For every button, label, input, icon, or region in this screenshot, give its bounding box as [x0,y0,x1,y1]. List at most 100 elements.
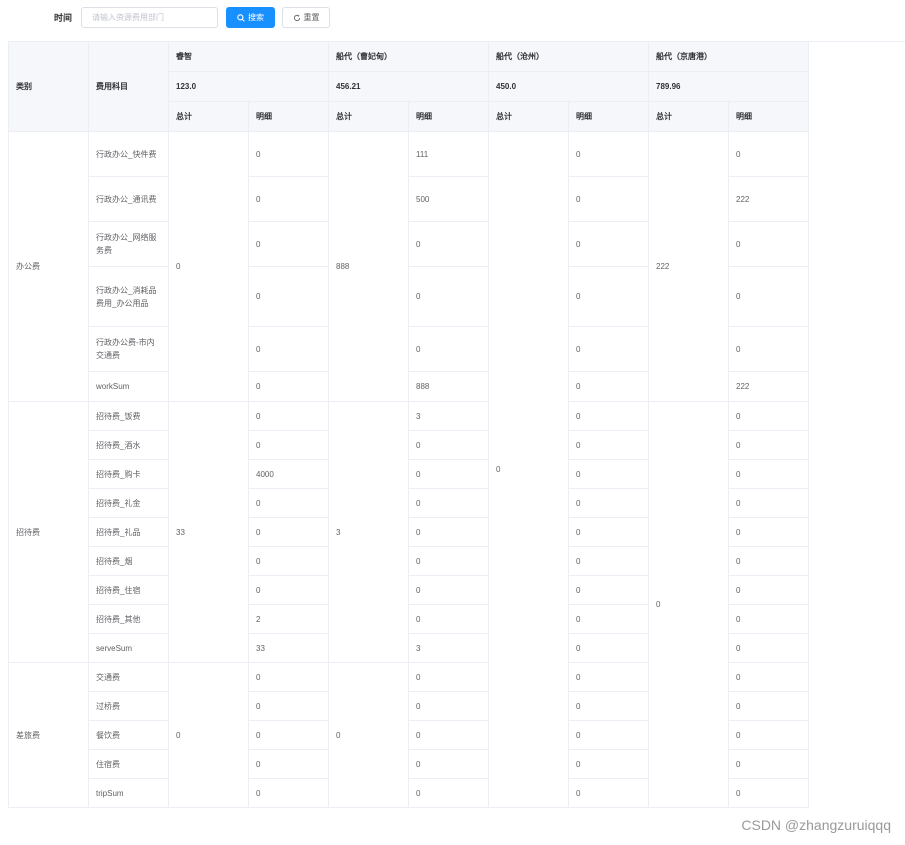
detail-cell: 0 [408,749,489,779]
detail-cell: 0 [248,371,329,402]
total-cell: 222 [648,131,729,402]
search-icon [237,13,245,22]
detail-cell: 0 [408,604,489,634]
total-header: 总计 [168,101,249,132]
total-cell: 0 [168,131,249,402]
detail-cell: 0 [248,517,329,547]
detail-cell: 111 [408,131,489,177]
search-button[interactable]: 搜索 [226,7,275,28]
detail-cell: 0 [248,131,329,177]
subject-cell: 招待费_饭费 [88,401,169,431]
detail-cell: 0 [568,778,649,808]
detail-cell: 0 [568,221,649,267]
detail-cell: 0 [408,459,489,489]
detail-cell: 0 [568,720,649,750]
department-search-input[interactable] [81,7,218,28]
detail-cell: 0 [728,326,809,372]
subject-cell: 住宿费 [88,749,169,779]
detail-cell: 0 [728,633,809,663]
detail-cell: 0 [248,778,329,808]
detail-cell: 0 [728,459,809,489]
subject-cell: 招待费_购卡 [88,459,169,489]
detail-cell: 3 [408,633,489,663]
detail-cell: 0 [408,720,489,750]
total-header: 总计 [328,101,409,132]
total-cell: 0 [328,662,409,808]
category-cell: 办公费 [8,131,89,402]
detail-cell: 0 [728,266,809,327]
detail-cell: 0 [248,176,329,222]
detail-cell: 0 [248,749,329,779]
detail-cell: 0 [728,517,809,547]
detail-cell: 4000 [248,459,329,489]
detail-header: 明细 [248,101,329,132]
group-header-ruizhi: 睿智 [168,41,329,72]
detail-cell: 0 [728,488,809,518]
subject-cell: 行政办公_消耗品费用_办公用品 [88,266,169,327]
detail-header: 明细 [568,101,649,132]
detail-cell: 0 [408,546,489,576]
detail-cell: 0 [248,720,329,750]
detail-cell: 0 [408,517,489,547]
subject-cell: 过桥费 [88,691,169,721]
detail-cell: 3 [408,401,489,431]
detail-cell: 0 [568,459,649,489]
table-row: 办公费 行政办公_快件费 0 0 888 111 0 0 222 0 [8,131,809,808]
subject-cell: workSum [88,371,169,402]
detail-cell: 0 [248,575,329,605]
group-value-jingtang: 789.96 [648,71,809,102]
detail-cell: 0 [408,662,489,692]
detail-cell: 0 [408,430,489,460]
detail-cell: 0 [568,326,649,372]
detail-cell: 0 [568,604,649,634]
group-header-jingtang: 船代（京唐港） [648,41,809,72]
detail-cell: 0 [568,176,649,222]
detail-cell: 0 [568,131,649,177]
csdn-watermark: CSDN @zhangzuruiqqq [741,817,891,833]
detail-cell: 0 [248,401,329,431]
total-cell: 888 [328,131,409,402]
total-cell: 0 [648,401,729,808]
group-header-caofeidian: 船代（曹妃甸） [328,41,489,72]
refresh-icon [293,14,301,22]
detail-cell: 0 [728,662,809,692]
category-header: 类别 [8,41,89,132]
total-header: 总计 [648,101,729,132]
detail-cell: 0 [728,778,809,808]
total-cell: 0 [488,131,569,808]
subject-cell: 行政办公_快件费 [88,131,169,177]
subject-cell: 餐饮费 [88,720,169,750]
subject-cell: tripSum [88,778,169,808]
detail-cell: 0 [248,326,329,372]
detail-cell: 0 [728,546,809,576]
detail-cell: 0 [568,546,649,576]
detail-cell: 33 [248,633,329,663]
detail-cell: 0 [408,488,489,518]
group-header-cangzhou: 船代（沧州） [488,41,649,72]
detail-cell: 222 [728,176,809,222]
detail-cell: 0 [408,221,489,267]
total-cell: 3 [328,401,409,663]
detail-cell: 0 [728,575,809,605]
detail-cell: 0 [568,749,649,779]
subject-cell: 招待费_礼品 [88,517,169,547]
detail-cell: 0 [248,691,329,721]
detail-cell: 0 [728,131,809,177]
detail-cell: 0 [728,430,809,460]
subject-header: 费用科目 [88,41,169,132]
detail-cell: 500 [408,176,489,222]
total-cell: 0 [168,662,249,808]
reset-button[interactable]: 重置 [282,7,330,28]
subject-cell: 交通费 [88,662,169,692]
detail-cell: 0 [728,720,809,750]
expense-report-table: 类别 费用科目 睿智 船代（曹妃甸） 船代（沧州） 船代（京唐港） 123.0 … [8,41,809,808]
total-header: 总计 [488,101,569,132]
reset-button-label: 重置 [303,13,320,22]
subject-cell: 招待费_住宿 [88,575,169,605]
detail-cell: 888 [408,371,489,402]
detail-cell: 0 [248,430,329,460]
detail-cell: 0 [568,575,649,605]
detail-cell: 0 [568,266,649,327]
group-value-caofeidian: 456.21 [328,71,489,102]
time-label: 时间 [54,13,73,23]
